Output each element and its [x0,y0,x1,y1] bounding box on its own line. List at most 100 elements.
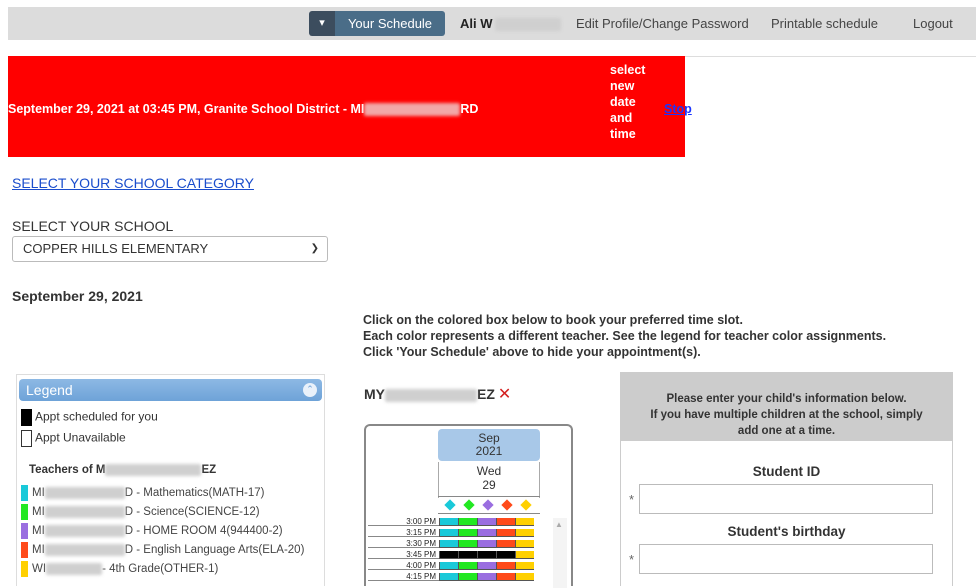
teacher-marker-icon [482,499,494,511]
calendar-day: Wed 29 [438,462,540,498]
legend-scheduled: Appt scheduled for you [21,409,158,426]
time-slot-cell[interactable] [458,540,477,548]
birthday-label: Student's birthday [727,524,846,539]
teachers-title: Teachers of M EZ [29,464,217,477]
time-slot-row: 3:30 PM [368,540,534,548]
teacher-legend-item: MI D - English Language Arts(ELA-20) [21,542,304,558]
time-label: 4:15 PM [368,573,439,581]
teacher-legend-item: MI D - Science(SCIENCE-12) [21,504,260,520]
teacher-color-swatch [21,523,28,539]
time-slot-cell[interactable] [515,529,534,537]
teacher-legend-item: MI D - Mathematics(MATH-17) [21,485,265,501]
student-id-input[interactable] [639,484,933,514]
teacher-marker-icon [501,499,513,511]
time-slot-row: 3:15 PM [368,529,534,537]
time-slot-row: 4:00 PM [368,562,534,570]
time-slot-cell[interactable] [439,540,458,548]
time-slot-cell[interactable] [496,529,515,537]
school-category-link[interactable]: SELECT YOUR SCHOOL CATEGORY [12,175,254,191]
logout-link[interactable]: Logout [913,11,953,36]
time-slot-cell[interactable] [477,551,496,559]
time-label: 3:15 PM [368,529,439,537]
edit-profile-link[interactable]: Edit Profile/Change Password [576,11,749,36]
unavailable-swatch [21,430,32,447]
redacted-block [385,388,477,402]
appointment-banner: September 29, 2021 at 03:45 PM, Granite … [8,56,692,157]
your-schedule-button[interactable]: Your Schedule [335,11,445,36]
redacted-block [494,18,561,32]
booking-instructions: Click on the colored box below to book y… [363,312,886,360]
school-select[interactable]: COPPER HILLS ELEMENTARY ❯ [12,236,328,262]
redacted-block [364,103,461,117]
time-slot-cell[interactable] [477,562,496,570]
time-slot-cell[interactable] [439,551,458,559]
time-slot-cell[interactable] [496,551,515,559]
divider [438,513,540,514]
time-slot-cell[interactable] [458,551,477,559]
time-slot-row: 3:45 PM [368,551,534,559]
form-intro: Please enter your child's information be… [621,373,952,441]
date-heading: September 29, 2021 [12,288,143,304]
redacted-block [44,544,125,556]
legend-unavailable: Appt Unavailable [21,430,126,447]
calendar-panel: Sep 2021 Wed 29 3:00 PM 3:15 PM 3:30 PM 3:45 … [364,424,573,588]
redacted-block [105,464,202,476]
time-slot-cell[interactable] [477,518,496,526]
redacted-block [44,487,125,499]
student-name: MY EZ ✕ [364,386,512,403]
time-slot-cell[interactable] [458,529,477,537]
chevron-down-icon[interactable]: ▾ [309,11,335,36]
legend-header[interactable]: Legend ⌃ [19,379,322,401]
time-label: 4:00 PM [368,562,439,570]
birthday-input[interactable] [639,544,933,574]
banner-message: September 29, 2021 at 03:45 PM, Granite … [8,102,479,117]
time-slot-cell[interactable] [515,562,534,570]
time-slot-cell[interactable] [439,529,458,537]
time-slot-cell[interactable] [439,518,458,526]
required-mark: * [629,492,635,507]
time-slot-cell[interactable] [515,573,534,581]
teacher-marker-icon [444,499,456,511]
time-slot-cell[interactable] [515,540,534,548]
collapse-icon[interactable]: ⌃ [303,383,317,397]
teacher-color-swatch [21,561,28,577]
printable-schedule-link[interactable]: Printable schedule [771,11,878,36]
time-slot-cell[interactable] [496,540,515,548]
legend-title: Legend [26,382,73,398]
select-new-date-text: select new date and time [610,63,646,141]
redacted-block [44,525,125,537]
required-mark: * [629,552,635,567]
teacher-color-swatch [21,542,28,558]
scroll-up-icon[interactable]: ▲ [555,520,563,529]
time-slot-cell[interactable] [439,573,458,581]
legend-panel: Legend ⌃ Appt scheduled for you Appt Una… [16,374,325,586]
time-slot-cell[interactable] [477,529,496,537]
divider [685,56,976,57]
student-info-form: Please enter your child's information be… [620,372,953,586]
time-slot-cell[interactable] [515,518,534,526]
student-id-label: Student ID [752,464,821,479]
redacted-block [46,563,103,575]
time-slot-cell[interactable] [496,562,515,570]
redacted-block [44,506,125,518]
user-name: Ali W [460,11,561,36]
teacher-color-swatch [21,504,28,520]
time-label: 3:45 PM [368,551,439,559]
school-label: SELECT YOUR SCHOOL [12,218,174,234]
stop-link[interactable]: Stop [664,102,692,116]
remove-student-icon[interactable]: ✕ [498,386,511,403]
calendar-month: Sep 2021 [438,429,540,461]
teacher-color-swatch [21,485,28,501]
time-slot-cell[interactable] [515,551,534,559]
time-slot-cell[interactable] [496,573,515,581]
time-slot-cell[interactable] [458,573,477,581]
time-slot-cell[interactable] [458,518,477,526]
teacher-marker-icon [463,499,475,511]
time-slot-cell[interactable] [439,562,458,570]
time-slot-cell[interactable] [477,540,496,548]
time-slot-row: 3:00 PM [368,518,534,526]
time-label: 3:30 PM [368,540,439,548]
time-slot-cell[interactable] [458,562,477,570]
time-slot-cell[interactable] [496,518,515,526]
time-slot-cell[interactable] [477,573,496,581]
